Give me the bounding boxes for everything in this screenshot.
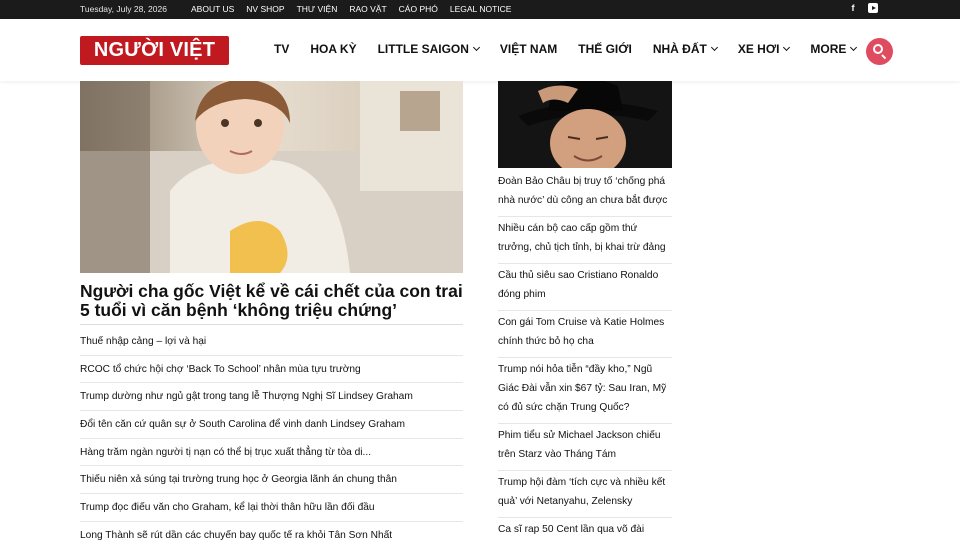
- divider: [80, 324, 463, 325]
- top-bar: Tuesday, July 28, 2026 ABOUT US NV SHOP …: [0, 0, 960, 19]
- social-links: f: [848, 3, 878, 13]
- list-item[interactable]: Đổi tên căn cứ quân sự ở South Carolina …: [80, 411, 463, 439]
- top-link-legal-notice[interactable]: LEGAL NOTICE: [450, 4, 512, 14]
- chevron-down-icon: [783, 43, 791, 52]
- list-item[interactable]: Trump hội đàm ‘tích cực và nhiều kết quả…: [498, 471, 672, 518]
- list-item[interactable]: Thuế nhập cảng – lợi và hại: [80, 328, 463, 356]
- list-item[interactable]: Nhiều cán bộ cao cấp gồm thứ trưởng, chủ…: [498, 217, 672, 264]
- hero-image[interactable]: [80, 81, 463, 273]
- chevron-down-icon: [850, 43, 858, 52]
- current-date: Tuesday, July 28, 2026: [80, 4, 167, 14]
- list-item[interactable]: Thiếu niên xả súng tại trường trung học …: [80, 466, 463, 495]
- top-link-thu-vien[interactable]: THƯ VIỆN: [297, 4, 338, 14]
- nav-item-label: MORE: [810, 42, 847, 56]
- list-item[interactable]: Hàng trăm ngàn người tị nạn có thể bị tr…: [80, 439, 463, 467]
- side-article-image[interactable]: [498, 81, 672, 168]
- child-photo: [80, 81, 463, 273]
- top-link-nv-shop[interactable]: NV SHOP: [246, 4, 284, 14]
- chevron-down-icon: [472, 43, 480, 52]
- nav-item-more[interactable]: MORE: [810, 42, 858, 56]
- nav-item-tv[interactable]: TV: [274, 42, 289, 56]
- list-item[interactable]: Ca sĩ rap 50 Cent lần qua võ đài: [498, 518, 672, 540]
- nav-item-the-gioi[interactable]: THẾ GIỚI: [578, 42, 632, 56]
- list-item[interactable]: Trump dường như ngủ gật trong tang lễ Th…: [80, 383, 463, 412]
- main-nav: TV HOA KỲ LITTLE SAIGON VIỆT NAM THẾ GIỚ…: [274, 42, 877, 56]
- nav-item-hoa-ky[interactable]: HOA KỲ: [310, 42, 356, 56]
- top-link-cao-pho[interactable]: CÁO PHÓ: [399, 4, 438, 14]
- lead-headline[interactable]: Người cha gốc Việt kể về cái chết của co…: [80, 282, 463, 320]
- youtube-icon[interactable]: [868, 3, 878, 13]
- nav-item-label: LITTLE SAIGON: [377, 42, 469, 56]
- list-item[interactable]: Trump nói hỏa tiễn “đầy kho,” Ngũ Giác Đ…: [498, 358, 672, 424]
- top-links: ABOUT US NV SHOP THƯ VIỆN RAO VẶT CÁO PH…: [191, 4, 511, 14]
- nav-item-nha-dat[interactable]: NHÀ ĐẤT: [652, 42, 718, 56]
- search-icon: [873, 44, 883, 54]
- list-item[interactable]: Đoàn Bảo Châu bị truy tố ‘chống phá nhà …: [498, 170, 672, 217]
- list-item[interactable]: Trump đọc điếu văn cho Graham, kể lại th…: [80, 494, 463, 522]
- nav-item-little-saigon[interactable]: LITTLE SAIGON: [377, 42, 480, 56]
- search-button[interactable]: [866, 38, 893, 65]
- list-item[interactable]: Long Thành sẽ rút dần các chuyến bay quố…: [80, 522, 463, 540]
- nav-item-label: NHÀ ĐẤT: [652, 42, 707, 56]
- side-article-list: Đoàn Bảo Châu bị truy tố ‘chống phá nhà …: [498, 170, 672, 540]
- main-article-list: Thuế nhập cảng – lợi và hại RCOC tổ chức…: [80, 328, 463, 540]
- nav-item-label: TV: [274, 42, 290, 56]
- nav-item-label: THẾ GIỚI: [578, 42, 632, 56]
- nav-item-label: VIỆT NAM: [499, 42, 558, 56]
- top-link-about-us[interactable]: ABOUT US: [191, 4, 234, 14]
- list-item[interactable]: RCOC tổ chức hội chợ ‘Back To School’ nh…: [80, 356, 463, 384]
- nav-item-xe-hoi[interactable]: XE HƠI: [737, 42, 791, 56]
- chevron-down-icon: [710, 43, 718, 52]
- nav-item-viet-nam[interactable]: VIỆT NAM: [500, 42, 557, 56]
- man-in-hat-photo: [498, 81, 672, 168]
- list-item[interactable]: Con gái Tom Cruise và Katie Holmes chính…: [498, 311, 672, 358]
- site-header: NGƯỜI VIỆT TV HOA KỲ LITTLE SAIGON VIỆT …: [0, 19, 960, 81]
- site-logo[interactable]: NGƯỜI VIỆT: [80, 36, 229, 65]
- list-item[interactable]: Phim tiểu sử Michael Jackson chiếu trên …: [498, 424, 672, 471]
- facebook-icon[interactable]: f: [848, 3, 858, 13]
- list-item[interactable]: Cầu thủ siêu sao Cristiano Ronaldo đóng …: [498, 264, 672, 311]
- nav-item-label: HOA KỲ: [310, 42, 357, 56]
- nav-item-label: XE HƠI: [737, 42, 780, 56]
- top-link-rao-vat[interactable]: RAO VẶT: [349, 4, 386, 14]
